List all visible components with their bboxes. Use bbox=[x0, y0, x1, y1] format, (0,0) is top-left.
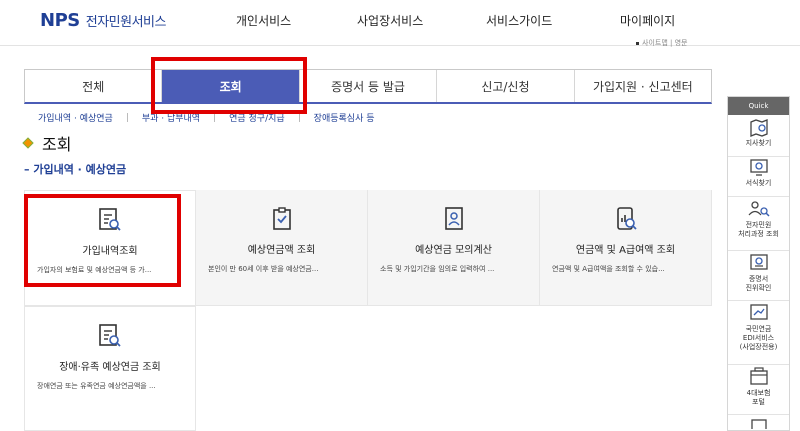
divider bbox=[298, 112, 300, 122]
card-title: 예상연금 모의계산 bbox=[415, 245, 492, 256]
document-search-icon bbox=[99, 324, 121, 347]
card-title: 장애·유족 예상연금 조회 bbox=[59, 362, 161, 373]
category-tabs: 전체 조회 증명서 등 발급 신고/신청 가입지원 · 신고센터 bbox=[24, 69, 712, 104]
nav-personal-service[interactable]: 개인서비스 bbox=[236, 12, 291, 29]
sub-tab-payment[interactable]: 부과 · 납부내역 bbox=[142, 111, 200, 124]
nav-business-service[interactable]: 사업장서비스 bbox=[357, 12, 423, 29]
quick-item-4-insurance-portal[interactable]: 4대보험 포털 bbox=[728, 367, 789, 415]
sub-tabs: 가입내역 · 예상연금 부과 · 납부내역 연금 청구/지급 장애등록심사 등 bbox=[38, 110, 375, 124]
quick-item-branch[interactable]: 지사찾기 bbox=[728, 119, 789, 157]
quick-item-process-inquiry[interactable]: 전자민원 처리과정 조회 bbox=[728, 199, 789, 251]
people-search-icon bbox=[748, 201, 770, 217]
home-icon bbox=[636, 42, 639, 45]
util-text: 사이트맵 | 영문 bbox=[642, 39, 688, 47]
box-icon bbox=[750, 419, 767, 429]
section-dash: – bbox=[24, 163, 34, 176]
card-desc: 본인이 만 60세 이후 받을 예상연금... bbox=[208, 265, 319, 273]
util-links[interactable]: 사이트맵 | 영문 bbox=[636, 38, 712, 48]
quick-label: 전자민원 처리과정 조회 bbox=[738, 221, 779, 238]
quick-item-more[interactable] bbox=[728, 417, 789, 430]
certificate-icon bbox=[749, 254, 768, 270]
card-title: 예상연금액 조회 bbox=[247, 245, 316, 256]
map-pin-icon bbox=[749, 119, 768, 137]
quick-menu: Quick 지사찾기 서식찾기 전자민원 처리과정 조회 증명서 진위확인 국민… bbox=[727, 96, 790, 431]
card-title: 연금액 및 A급여액 조회 bbox=[575, 245, 676, 256]
card-pension-simulation[interactable]: 예상연금 모의계산 소득 및 가입기간을 임의로 입력하여 ... bbox=[368, 190, 540, 306]
tab-report[interactable]: 신고/신청 bbox=[437, 70, 575, 102]
sub-tab-claim[interactable]: 연금 청구/지급 bbox=[229, 111, 285, 124]
quick-item-certificate-verify[interactable]: 증명서 진위확인 bbox=[728, 253, 789, 301]
tab-certificate[interactable]: 증명서 등 발급 bbox=[300, 70, 438, 102]
card-disability-survivor[interactable]: 장애·유족 예상연금 조회 장애연금 또는 유족연금 예상연금액을 ... bbox=[24, 306, 196, 431]
site-header: NPS 전자민원서비스 개인서비스 사업장서비스 서비스가이드 마이페이지 사이… bbox=[0, 0, 800, 48]
card-title: 가입내역조회 bbox=[82, 246, 138, 257]
monitor-search-icon bbox=[749, 159, 768, 176]
card-pension-a-benefit[interactable]: 연금액 및 A급여액 조회 연금액 및 A급여액을 조회할 수 있습... bbox=[540, 190, 712, 306]
quick-label: 서식찾기 bbox=[745, 179, 772, 187]
card-desc: 장애연금 또는 유족연금 예상연금액을 ... bbox=[37, 382, 156, 390]
card-desc: 가입자의 보험료 및 예상연금액 등 가... bbox=[37, 266, 152, 274]
quick-label: 지사찾기 bbox=[745, 139, 772, 147]
tab-support-center[interactable]: 가입지원 · 신고센터 bbox=[575, 70, 711, 102]
section-title-text: 가입내역 · 예상연금 bbox=[33, 163, 127, 176]
card-subscription-history[interactable]: 가입내역조회 가입자의 보험료 및 예상연금액 등 가... bbox=[24, 190, 196, 306]
card-expected-pension[interactable]: 예상연금액 조회 본인이 만 60세 이후 받을 예상연금... bbox=[196, 190, 368, 306]
divider bbox=[214, 112, 216, 122]
person-document-icon bbox=[444, 207, 463, 230]
quick-item-edi[interactable]: 국민연금 EDI서비스 (사업장전용) bbox=[728, 303, 789, 365]
quick-label: 4대보험 포털 bbox=[746, 389, 771, 406]
quick-label: 국민연금 EDI서비스 (사업장전용) bbox=[739, 325, 778, 351]
sub-tab-subscription[interactable]: 가입내역 · 예상연금 bbox=[38, 111, 113, 124]
quick-header: Quick bbox=[728, 97, 789, 115]
diamond-icon bbox=[22, 137, 34, 149]
clipboard-check-icon bbox=[272, 207, 291, 230]
nav-my-page[interactable]: 마이페이지 bbox=[620, 12, 675, 29]
section-title: – 가입내역 · 예상연금 bbox=[24, 161, 126, 177]
portal-icon bbox=[749, 367, 768, 385]
document-search-icon bbox=[99, 208, 121, 231]
page-title: 조회 bbox=[22, 131, 72, 155]
divider bbox=[126, 112, 128, 122]
nav-service-guide[interactable]: 서비스가이드 bbox=[486, 12, 552, 29]
edi-icon bbox=[749, 304, 768, 320]
card-desc: 소득 및 가입기간을 임의로 입력하여 ... bbox=[380, 265, 495, 273]
tab-all[interactable]: 전체 bbox=[25, 70, 163, 102]
service-cards: 가입내역조회 가입자의 보험료 및 예상연금액 등 가... 예상연금액 조회 … bbox=[24, 190, 712, 431]
quick-item-forms[interactable]: 서식찾기 bbox=[728, 159, 789, 197]
mobile-chart-icon bbox=[616, 207, 637, 230]
card-desc: 연금액 및 A급여액을 조회할 수 있습... bbox=[552, 265, 665, 273]
sub-tab-disability[interactable]: 장애등록심사 등 bbox=[314, 111, 375, 124]
tab-inquiry[interactable]: 조회 bbox=[162, 70, 300, 102]
quick-label: 증명서 진위확인 bbox=[745, 275, 772, 292]
page-title-text: 조회 bbox=[42, 135, 72, 154]
global-nav: 개인서비스 사업장서비스 서비스가이드 마이페이지 bbox=[0, 12, 800, 32]
